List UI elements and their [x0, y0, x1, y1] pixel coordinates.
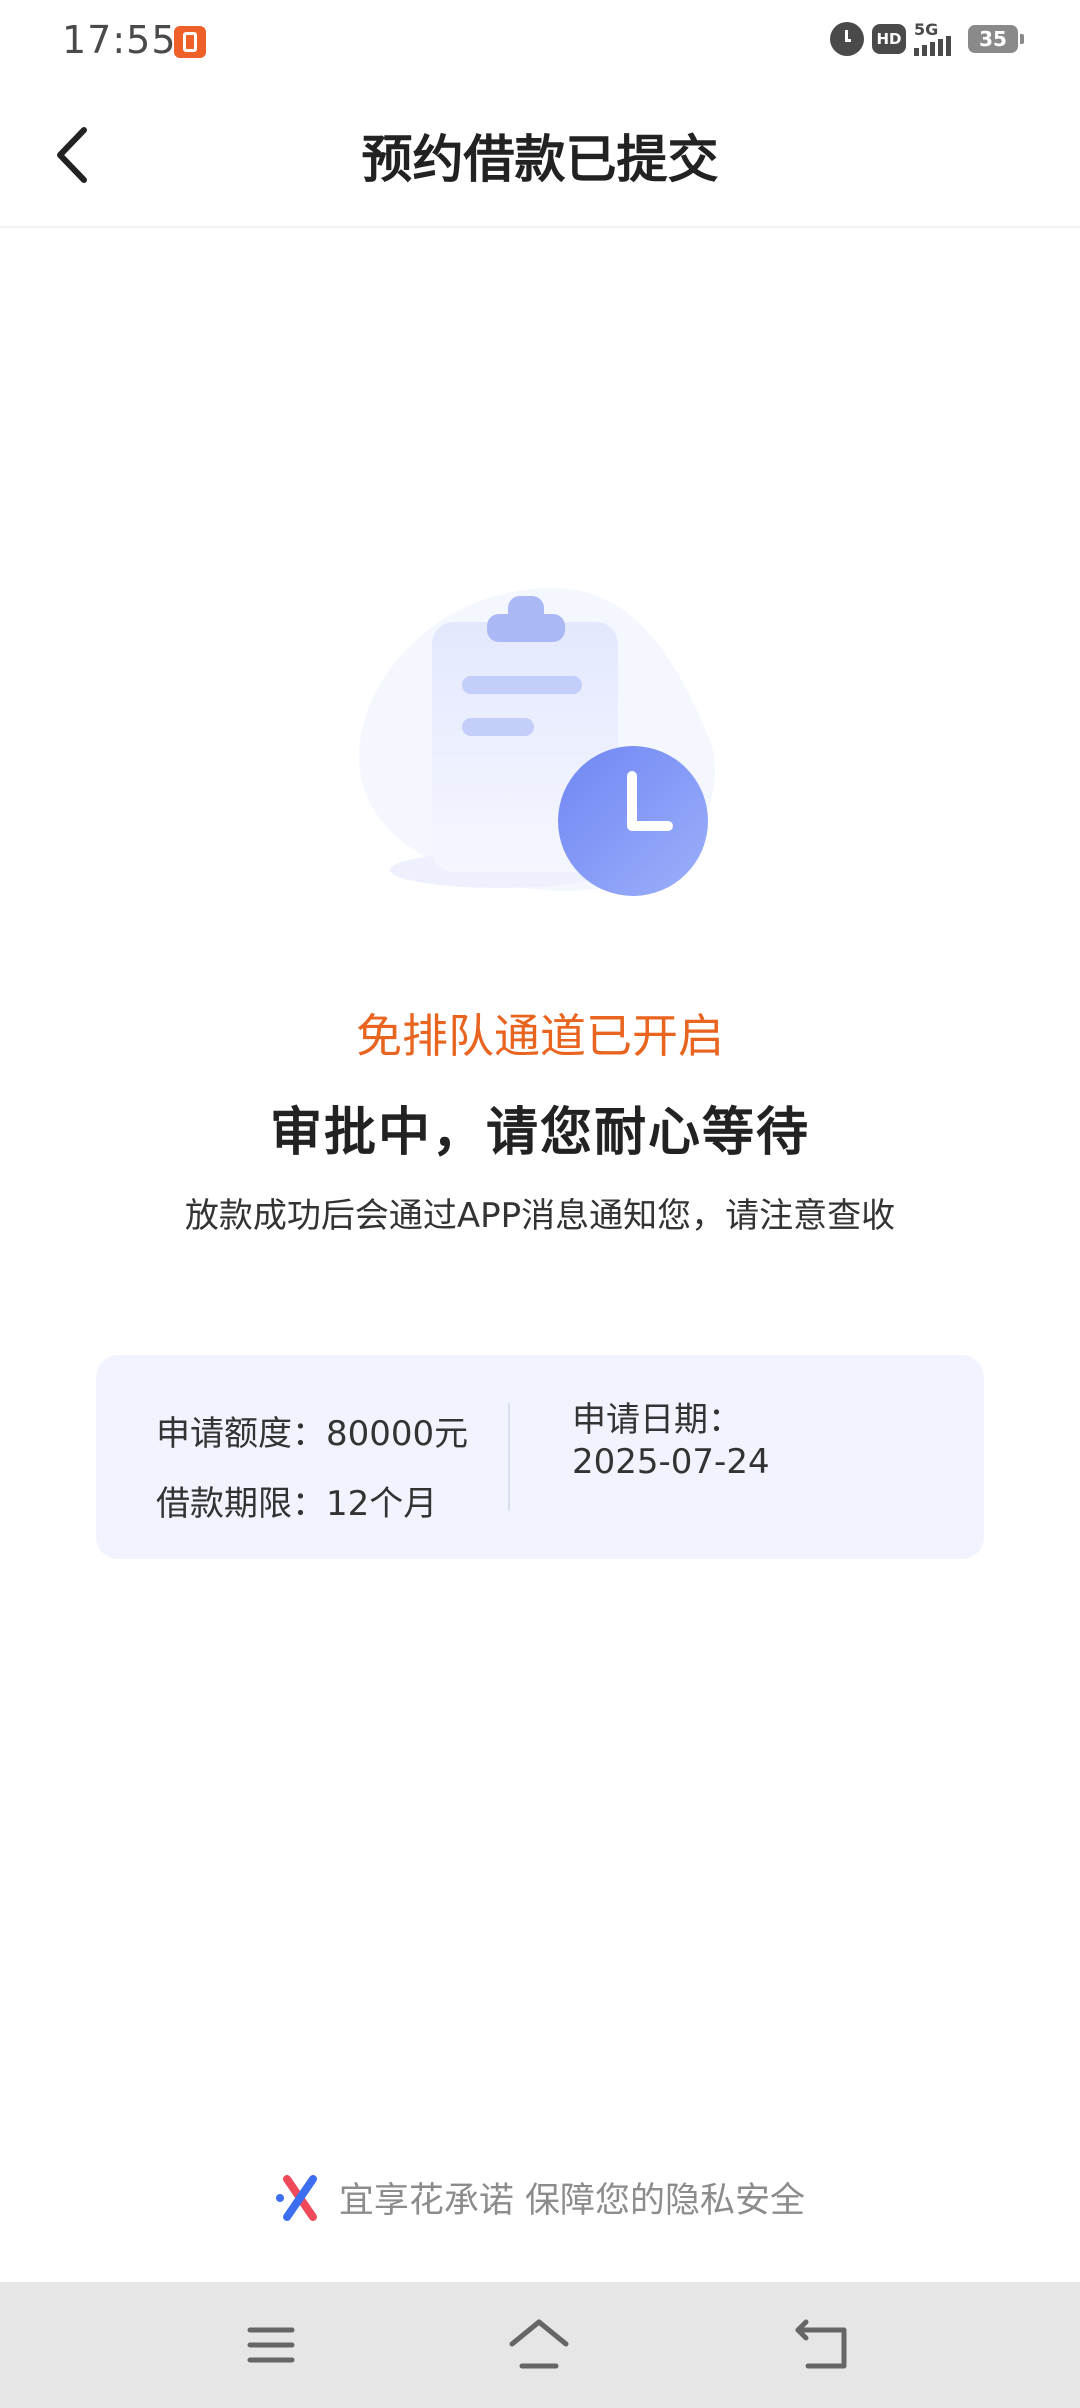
date-label: 申请日期： — [572, 1400, 742, 1440]
battery-icon: 35 — [968, 25, 1024, 53]
notice-subtitle: 放款成功后会通过APP消息通知您，请注意查收 — [184, 1196, 896, 1236]
app-notification-icon — [174, 26, 206, 58]
amount-row: 申请额度：80000元 — [156, 1399, 468, 1469]
status-time: 17:55 — [62, 18, 177, 62]
status-bar: 17:55 HD 5G 35 — [0, 0, 1080, 86]
fast-track-tag: 免排队通道已开启 — [356, 1009, 724, 1063]
info-right-column: 申请日期： 2025-07-24 — [572, 1399, 770, 1483]
system-nav-bar — [0, 2282, 1080, 2408]
amount-label: 申请额度： — [156, 1414, 326, 1454]
home-icon — [509, 2319, 569, 2369]
menu-button[interactable] — [236, 2312, 306, 2378]
return-button[interactable] — [790, 2312, 860, 2378]
term-value: 12个月 — [326, 1484, 438, 1524]
application-info-card: 申请额度：80000元 借款期限：12个月 申请日期： 2025-07-24 — [96, 1355, 984, 1559]
alarm-icon — [830, 22, 864, 56]
divider — [508, 1403, 510, 1511]
date-value: 2025-07-24 — [572, 1442, 770, 1482]
menu-icon — [247, 2327, 295, 2363]
term-label: 借款期限： — [156, 1484, 326, 1524]
status-icons: HD 5G 35 — [830, 20, 1024, 56]
term-row: 借款期限：12个月 — [156, 1469, 468, 1539]
info-left-column: 申请额度：80000元 借款期限：12个月 — [156, 1399, 468, 1539]
clipboard-clock-icon — [350, 580, 730, 900]
home-button[interactable] — [504, 2312, 574, 2378]
privacy-text: 宜享花承诺 保障您的隐私安全 — [338, 2181, 806, 2221]
amount-value: 80000元 — [326, 1414, 469, 1454]
brand-x-logo-icon — [275, 2174, 317, 2221]
nav-bar: 预约借款已提交 — [0, 86, 1080, 228]
privacy-promise: 宜享花承诺 保障您的隐私安全 — [0, 2172, 1080, 2223]
return-icon — [795, 2319, 847, 2369]
hd-icon: HD — [872, 24, 906, 54]
signal-icon: 5G — [914, 20, 960, 56]
status-headline: 审批中，请您耐心等待 — [269, 1103, 810, 1163]
page-title: 预约借款已提交 — [361, 131, 719, 190]
